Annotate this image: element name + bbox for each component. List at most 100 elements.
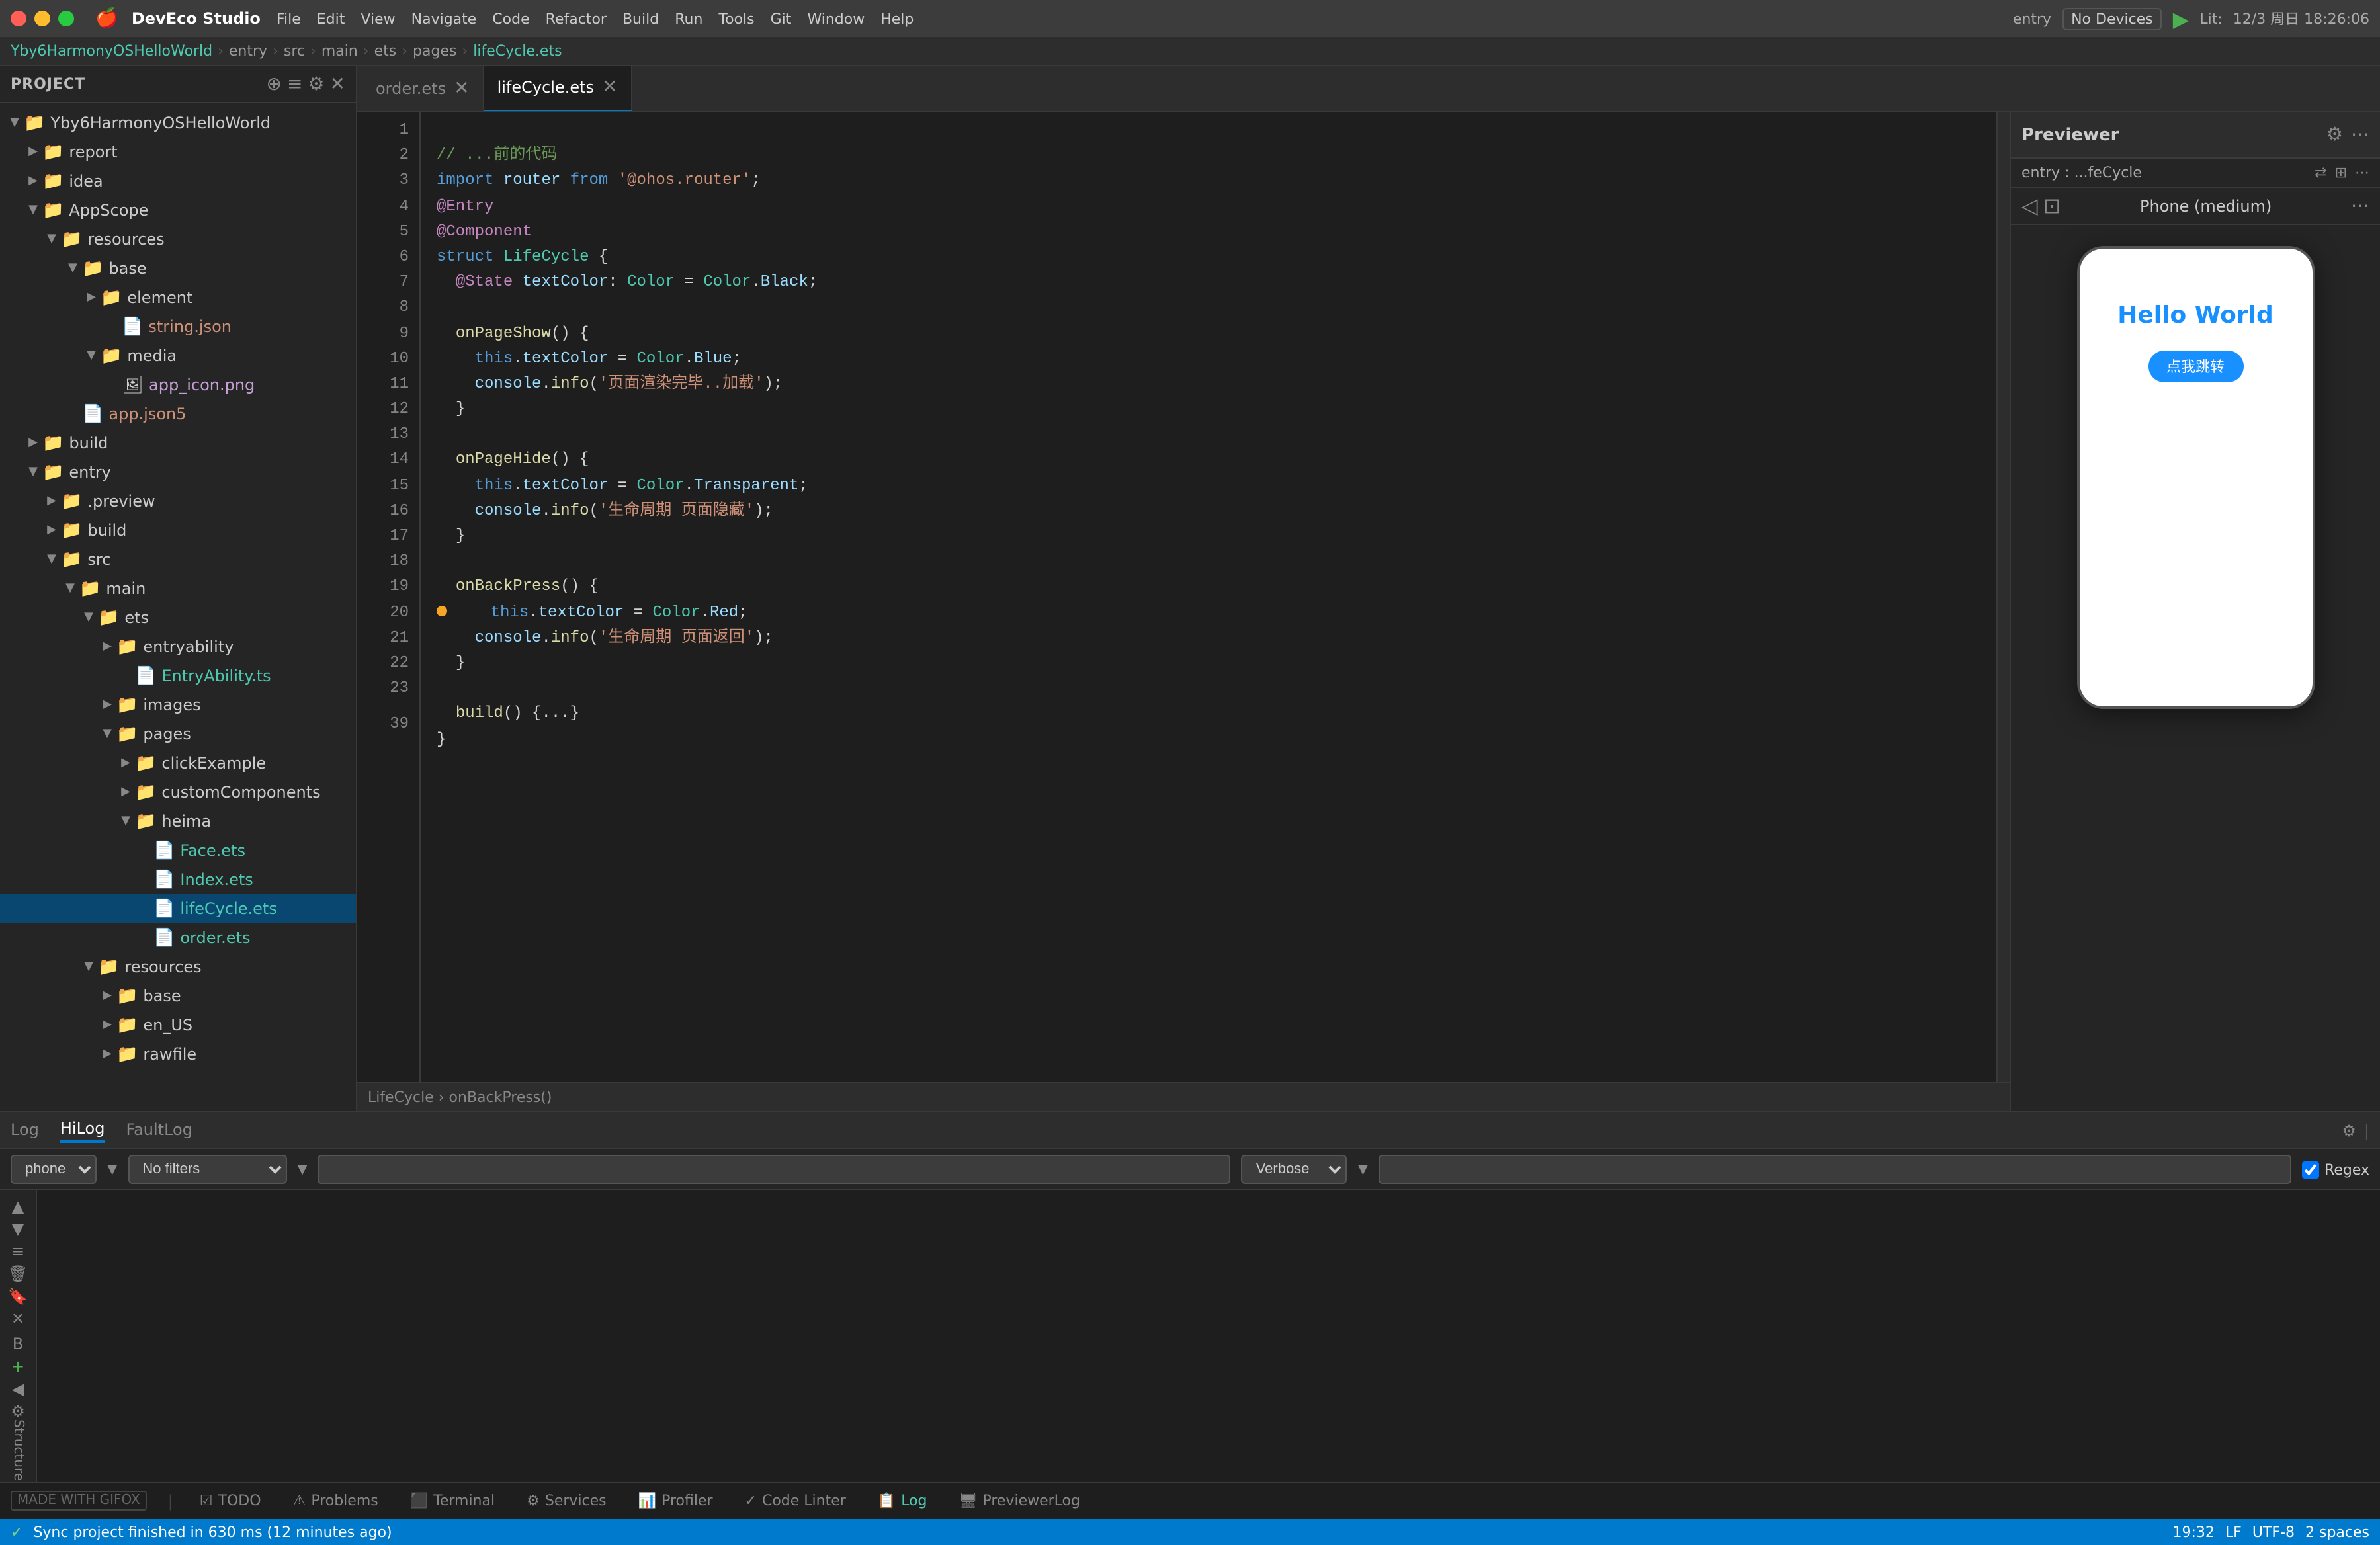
device-more-icon[interactable]: ⋯ — [2351, 195, 2369, 216]
menu-window[interactable]: Window — [807, 10, 865, 27]
filter-select[interactable]: No filters — [128, 1155, 286, 1184]
log-tab-hilog[interactable]: HiLog — [60, 1118, 105, 1142]
tree-item-pages[interactable]: ▼ 📁 pages — [0, 720, 356, 749]
sidebar-action-new[interactable]: ⊕ — [266, 73, 281, 95]
scrollbar-vertical[interactable] — [1996, 112, 2010, 1082]
crumb-src[interactable]: src — [284, 42, 305, 60]
crumb-entry[interactable]: entry — [229, 42, 267, 60]
tree-item-src[interactable]: ▼ 📁 src — [0, 545, 356, 574]
device-prev-icon[interactable]: ◁ — [2021, 193, 2038, 218]
device-select[interactable]: phone — [11, 1155, 97, 1184]
tree-item-entryability[interactable]: ▶ 📁 entryability — [0, 632, 356, 661]
phone-jump-button[interactable]: 点我跳转 — [2148, 351, 2243, 382]
status-encoding[interactable]: UTF-8 — [2252, 1523, 2295, 1540]
close-btn[interactable] — [11, 11, 26, 26]
log-icon-delete[interactable]: ✕ — [2, 1308, 34, 1328]
sidebar-action-collapse[interactable]: ≡ — [287, 73, 302, 95]
crumb-ets[interactable]: ets — [374, 42, 397, 60]
regex-checkbox[interactable] — [2302, 1161, 2319, 1178]
tree-item-customcomponents[interactable]: ▶ 📁 customComponents — [0, 778, 356, 807]
device-layout-icon[interactable]: ⊡ — [2043, 193, 2061, 218]
crumb-pages[interactable]: pages — [413, 42, 456, 60]
tree-item-media[interactable]: ▼ 📁 media — [0, 341, 356, 370]
status-spaces[interactable]: 2 spaces — [2305, 1523, 2369, 1540]
tree-item-appscope[interactable]: ▼ 📁 AppScope — [0, 196, 356, 225]
sidebar-action-settings[interactable]: ⚙ — [308, 73, 324, 95]
sidebar-action-close[interactable]: ✕ — [330, 73, 345, 95]
log-icon-down[interactable]: ▼ — [2, 1218, 34, 1238]
profiler-button[interactable]: 📊 Profiler — [633, 1489, 718, 1512]
log-icon-bookmark[interactable]: 🔖 — [2, 1286, 34, 1306]
tree-item-images[interactable]: ▶ 📁 images — [0, 690, 356, 720]
tree-item-build2[interactable]: ▶ 📁 build — [0, 516, 356, 545]
tab-close-order[interactable]: ✕ — [454, 78, 469, 99]
previewer-more-icon[interactable]: ⋯ — [2351, 124, 2369, 146]
tree-item-main[interactable]: ▼ 📁 main — [0, 574, 356, 603]
code-linter-button[interactable]: ✓ Code Linter — [740, 1489, 851, 1512]
log-icon-filter[interactable]: ≡ — [2, 1241, 34, 1261]
log-tab-faultlog[interactable]: FaultLog — [126, 1120, 192, 1141]
log-settings-icon[interactable]: ⚙ — [2342, 1121, 2356, 1140]
menu-help[interactable]: Help — [880, 10, 914, 27]
log-icon-prev-bookmark[interactable]: ◀ — [2, 1378, 34, 1398]
previewer-settings-icon[interactable]: ⚙ — [2326, 124, 2343, 146]
problems-button[interactable]: ⚠ Problems — [288, 1489, 384, 1512]
maximize-btn[interactable] — [58, 11, 74, 26]
tree-item-resources1[interactable]: ▼ 📁 resources — [0, 225, 356, 254]
previewer-layout-icon[interactable]: ⊞ — [2335, 164, 2347, 181]
run-button[interactable]: ▶ — [2173, 6, 2189, 31]
tree-item-index-ets[interactable]: 📄 Index.ets — [0, 865, 356, 894]
previewer-grid-icon[interactable]: ⋯ — [2355, 164, 2369, 181]
menu-tools[interactable]: Tools — [718, 10, 754, 27]
tree-item-preview[interactable]: ▶ 📁 .preview — [0, 487, 356, 516]
tree-item-order-ets[interactable]: 📄 order.ets — [0, 923, 356, 952]
menu-git[interactable]: Git — [771, 10, 792, 27]
crumb-main[interactable]: main — [321, 42, 358, 60]
log-button[interactable]: 📋 Log — [872, 1489, 933, 1512]
menu-run[interactable]: Run — [675, 10, 702, 27]
status-line-col[interactable]: 19:32 — [2173, 1523, 2215, 1540]
tree-item-entryability-ts[interactable]: 📄 EntryAbility.ts — [0, 661, 356, 690]
menu-file[interactable]: File — [276, 10, 301, 27]
tab-lifecycle-ets[interactable]: lifeCycle.ets ✕ — [484, 66, 632, 112]
menu-code[interactable]: Code — [492, 10, 529, 27]
tree-root[interactable]: ▼ 📁 Yby6HarmonyOSHelloWorld — [0, 108, 356, 138]
previewer-sync-icon[interactable]: ⇄ — [2315, 164, 2326, 181]
tree-item-element[interactable]: ▶ 📁 element — [0, 283, 356, 312]
tree-item-rawfile[interactable]: ▶ 📁 rawfile — [0, 1040, 356, 1069]
regex-checkbox-label[interactable]: Regex — [2302, 1161, 2369, 1178]
menu-build[interactable]: Build — [622, 10, 659, 27]
log-icon-add-bookmark[interactable]: + — [2, 1356, 34, 1376]
tree-item-face-ets[interactable]: 📄 Face.ets — [0, 836, 356, 865]
tree-item-appicon[interactable]: 🖼 app_icon.png — [0, 370, 356, 399]
todo-button[interactable]: ☑ TODO — [194, 1489, 267, 1512]
tree-item-lifecycle-ets[interactable]: 📄 lifeCycle.ets — [0, 894, 356, 923]
tree-item-entry[interactable]: ▼ 📁 entry — [0, 458, 356, 487]
log-icon-up[interactable]: ▲ — [2, 1196, 34, 1216]
tree-item-build1[interactable]: ▶ 📁 build — [0, 429, 356, 458]
tab-order-ets[interactable]: order.ets ✕ — [362, 66, 484, 112]
log-filter-input[interactable] — [1379, 1155, 2291, 1184]
tree-item-base2[interactable]: ▶ 📁 base — [0, 981, 356, 1011]
status-lf[interactable]: LF — [2225, 1523, 2242, 1540]
tree-item-heima[interactable]: ▼ 📁 heima — [0, 807, 356, 836]
log-icon-bookmarks[interactable]: B — [2, 1333, 34, 1353]
tree-item-appjson[interactable]: 📄 app.json5 — [0, 399, 356, 429]
tree-item-stringjson[interactable]: 📄 string.json — [0, 312, 356, 341]
menu-navigate[interactable]: Navigate — [411, 10, 477, 27]
tree-item-report[interactable]: ▶ 📁 report — [0, 138, 356, 167]
menu-edit[interactable]: Edit — [317, 10, 345, 27]
log-search-input[interactable] — [318, 1155, 1231, 1184]
menu-view[interactable]: View — [361, 10, 395, 27]
level-select[interactable]: Verbose — [1242, 1155, 1347, 1184]
terminal-button[interactable]: ⬛ Terminal — [405, 1489, 500, 1512]
minimize-btn[interactable] — [34, 11, 50, 26]
code-editor[interactable]: // ...前的代码 import router from '@ohos.rou… — [421, 112, 1996, 1082]
crumb-lifecycle[interactable]: lifeCycle.ets — [473, 42, 562, 60]
tree-item-resources2[interactable]: ▼ 📁 resources — [0, 952, 356, 981]
no-devices-badge[interactable]: No Devices — [2062, 7, 2162, 30]
log-tab-log[interactable]: Log — [11, 1120, 39, 1141]
menu-refactor[interactable]: Refactor — [546, 10, 607, 27]
tab-close-lifecycle[interactable]: ✕ — [602, 77, 617, 98]
log-icon-settings2[interactable]: ⚙ — [2, 1401, 34, 1421]
